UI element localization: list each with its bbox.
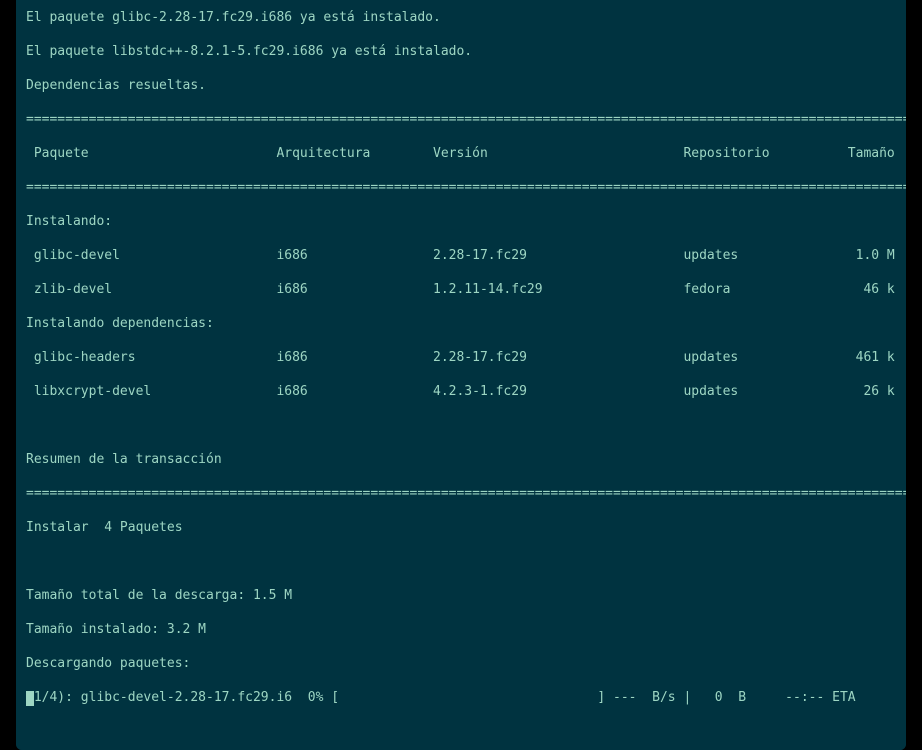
terminal-output[interactable]: [sudo] password for angel: Sorry, try ag…	[16, 0, 906, 750]
download-progress-line: (1/4): glibc-devel-2.28-17.fc29.i6 0% [ …	[26, 689, 896, 706]
downloading-heading: Descargando paquetes:	[26, 655, 896, 672]
section-installing-deps: Instalando dependencias:	[26, 315, 896, 332]
table-header-row: Paquete Arquitectura Versión Repositorio…	[26, 145, 896, 162]
term-line: ========================================…	[26, 111, 896, 128]
table-row: zlib-devel i686 1.2.11-14.fc29 fedora 46…	[26, 281, 896, 298]
install-count: Instalar 4 Paquetes	[26, 519, 896, 536]
term-line: ========================================…	[26, 485, 896, 502]
progress-text: (1/4): glibc-devel-2.28-17.fc29.i6 0% [ …	[26, 690, 856, 705]
table-row: glibc-headers i686 2.28-17.fc29 updates …	[26, 349, 896, 366]
section-installing: Instalando:	[26, 213, 896, 230]
term-line	[26, 553, 896, 570]
transaction-summary-heading: Resumen de la transacción	[26, 451, 896, 468]
cursor-icon	[26, 691, 34, 706]
term-line	[26, 417, 896, 434]
term-line: ========================================…	[26, 179, 896, 196]
table-row: glibc-devel i686 2.28-17.fc29 updates 1.…	[26, 247, 896, 264]
konsole-window: angel : sudo yum — Konsole Archivo Edita…	[16, 0, 906, 750]
term-line: Dependencias resueltas.	[26, 77, 896, 94]
term-line: El paquete glibc-2.28-17.fc29.i686 ya es…	[26, 9, 896, 26]
term-line: El paquete libstdc++-8.2.1-5.fc29.i686 y…	[26, 43, 896, 60]
total-download-size: Tamaño total de la descarga: 1.5 M	[26, 587, 896, 604]
table-row: libxcrypt-devel i686 4.2.3-1.fc29 update…	[26, 383, 896, 400]
installed-size: Tamaño instalado: 3.2 M	[26, 621, 896, 638]
